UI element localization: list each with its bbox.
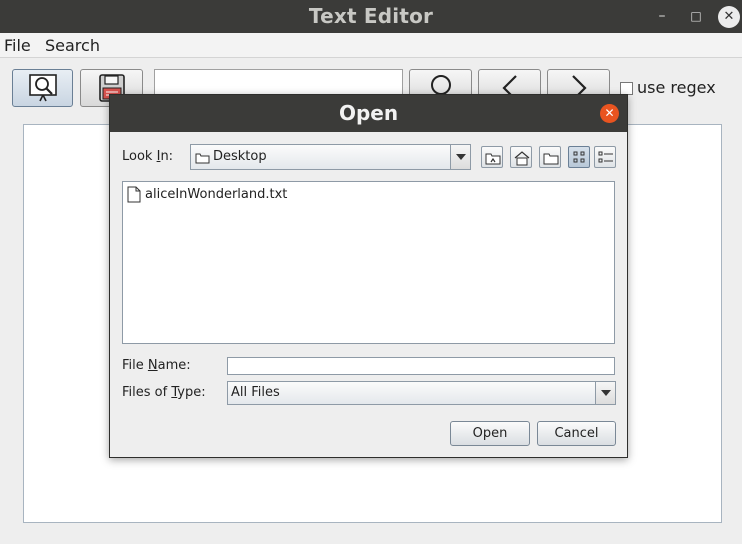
cancel-button[interactable]: Cancel bbox=[537, 421, 616, 446]
files-of-type-combo[interactable]: All Files bbox=[227, 381, 616, 405]
menubar: File Search bbox=[0, 33, 742, 58]
look-in-value: Desktop bbox=[213, 149, 267, 164]
new-folder-icon bbox=[543, 153, 559, 165]
file-name-field[interactable] bbox=[227, 357, 615, 375]
details-view-icon bbox=[598, 151, 613, 163]
home-button[interactable] bbox=[510, 146, 532, 168]
open-button[interactable]: Open bbox=[450, 421, 530, 446]
dialog-close-icon[interactable]: ✕ bbox=[600, 104, 619, 123]
look-in-combo[interactable]: Desktop bbox=[190, 144, 471, 170]
dialog-title: Open bbox=[338, 101, 399, 125]
files-of-type-value: All Files bbox=[231, 385, 280, 400]
file-list[interactable]: aliceInWonderland.txt bbox=[122, 181, 615, 344]
minimize-icon[interactable]: – bbox=[651, 6, 673, 28]
window-close-icon[interactable]: ✕ bbox=[718, 6, 740, 28]
details-view-button[interactable] bbox=[594, 146, 616, 168]
chevron-down-icon[interactable] bbox=[595, 382, 615, 404]
folder-up-icon bbox=[485, 153, 501, 165]
maximize-icon[interactable]: □ bbox=[685, 6, 707, 28]
home-icon bbox=[514, 151, 530, 166]
window-titlebar: Text Editor – □ ✕ bbox=[0, 0, 742, 33]
file-name: aliceInWonderland.txt bbox=[145, 187, 288, 202]
list-view-icon bbox=[573, 151, 585, 163]
dialog-titlebar: Open ✕ bbox=[110, 95, 627, 132]
new-folder-button[interactable] bbox=[539, 146, 561, 168]
open-file-icon bbox=[28, 74, 57, 102]
up-one-level-button[interactable] bbox=[481, 146, 503, 168]
open-dialog: Open ✕ Look In: Desktop aliceInWonderlan… bbox=[109, 94, 628, 458]
chevron-down-icon[interactable] bbox=[450, 145, 470, 169]
window-title: Text Editor bbox=[308, 4, 434, 28]
list-view-button[interactable] bbox=[568, 146, 590, 168]
files-of-type-label: Files of Type: bbox=[122, 385, 206, 400]
folder-icon bbox=[195, 153, 210, 164]
menu-file[interactable]: File bbox=[4, 36, 31, 55]
use-regex-label: use regex bbox=[637, 78, 716, 97]
file-icon bbox=[127, 186, 141, 203]
file-name-label: File Name: bbox=[122, 358, 191, 373]
look-in-label: Look In: bbox=[122, 149, 174, 164]
open-file-button[interactable] bbox=[12, 69, 73, 107]
menu-search[interactable]: Search bbox=[45, 36, 100, 55]
